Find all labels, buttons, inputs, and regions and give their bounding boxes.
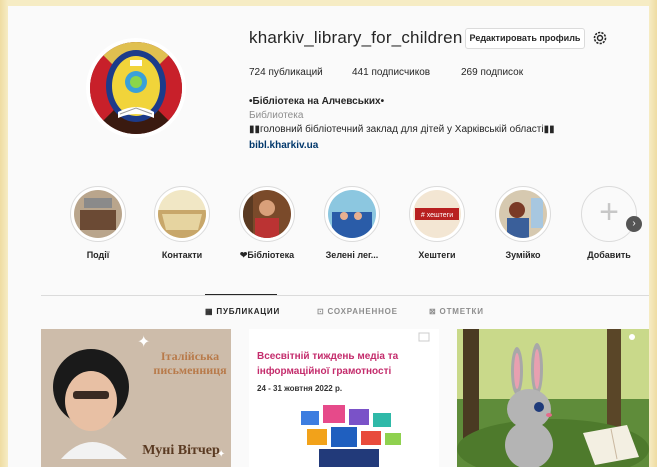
chevron-right-icon[interactable]: ›: [626, 216, 642, 232]
highlight-cover: [328, 190, 376, 238]
highlight-cover: [243, 190, 291, 238]
plus-icon: +: [599, 193, 619, 231]
post-title: Італійська письменниця: [153, 349, 227, 377]
tab-publications[interactable]: ▦ ПУБЛИКАЦИИ: [205, 307, 280, 316]
post-person-name: Муні Вітчер: [142, 443, 220, 458]
highlight-cover: [74, 190, 122, 238]
highlight-label: Зелені лег...: [325, 250, 379, 260]
posts-count: 724 публикаций: [249, 67, 323, 78]
tab-tagged[interactable]: ⊠ ОТМЕТКИ: [429, 307, 484, 316]
profile-website-link[interactable]: bibl.kharkiv.ua: [249, 140, 318, 151]
highlight-cover: [158, 190, 206, 238]
tag-icon: ⊠: [429, 307, 437, 316]
highlight-heshtegy[interactable]: # хештеги Хештеги: [407, 186, 467, 260]
profile-category: Библиотека: [249, 110, 304, 121]
media-devices-illustration: [301, 332, 430, 467]
active-tab-indicator: [205, 294, 277, 295]
highlight-biblioteka[interactable]: ❤Бібліотека: [237, 186, 297, 261]
page-border-left: [0, 0, 8, 467]
highlight-label: Добавить: [587, 250, 631, 260]
highlight-kontakty[interactable]: Контакти: [152, 186, 212, 260]
post-tile-2[interactable]: Всесвітній тиждень медіа та інформаційно…: [249, 329, 439, 467]
library-emblem: [90, 42, 182, 134]
highlight-label: Зумійко: [505, 250, 541, 260]
highlight-cover: # хештеги: [413, 190, 461, 238]
tab-saved[interactable]: ⊡ СОХРАНЕННОЕ: [317, 307, 398, 316]
tabs-divider: [41, 295, 649, 296]
highlight-zeleni[interactable]: Зелені лег...: [322, 186, 382, 260]
followers-count[interactable]: 441 подписчиков: [352, 67, 430, 78]
highlight-label: ❤Бібліотека: [239, 250, 295, 260]
highlight-label: Хештеги: [418, 250, 456, 260]
profile-username: kharkiv_library_for_children: [249, 28, 463, 47]
gear-icon[interactable]: [592, 30, 608, 46]
svg-text:✦: ✦: [137, 334, 150, 351]
grid-icon: ▦: [205, 307, 214, 316]
profile-page: kharkiv_library_for_children Редактирова…: [8, 6, 649, 467]
following-count[interactable]: 269 подписок: [461, 67, 523, 78]
post-tile-1[interactable]: ✦ ✦ Італійська письменниця Муні Вітчер: [41, 329, 231, 467]
highlight-badge: # хештеги: [421, 212, 453, 219]
page-border-right: [649, 0, 657, 467]
edit-profile-button[interactable]: Редактировать профиль: [465, 28, 585, 49]
bunny-illustration: [457, 329, 649, 467]
highlight-label: Контакти: [161, 250, 203, 260]
post-tile-3[interactable]: [457, 329, 649, 467]
highlight-zumiyko[interactable]: Зумійко: [493, 186, 553, 260]
highlight-cover: [499, 190, 547, 238]
bookmark-icon: ⊡: [317, 307, 325, 316]
profile-full-name: •Бібліотека на Алчевських•: [249, 96, 385, 107]
highlight-label: Події: [86, 250, 110, 260]
profile-bio: ▮▮головний бібліотечний заклад для дітей…: [249, 124, 555, 135]
highlight-podii[interactable]: Події: [68, 186, 128, 260]
profile-avatar[interactable]: [86, 38, 186, 138]
